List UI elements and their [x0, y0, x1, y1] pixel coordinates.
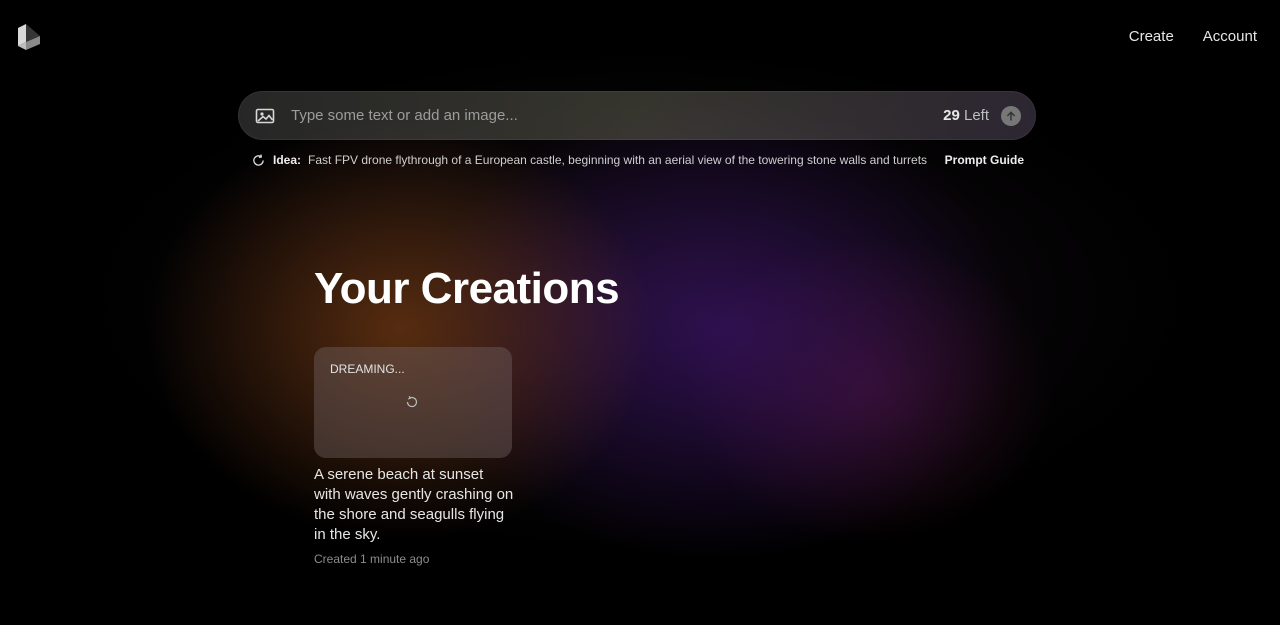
- idea-row: Idea: Fast FPV drone flythrough of a Eur…: [252, 152, 1024, 168]
- credits-count: 29: [943, 107, 960, 124]
- credits-suffix: Left: [959, 107, 989, 124]
- refresh-icon[interactable]: [252, 153, 265, 167]
- prompt-guide-link[interactable]: Prompt Guide: [945, 153, 1024, 167]
- status-text: DREAMING...: [330, 362, 405, 376]
- prompt-input[interactable]: [291, 107, 944, 124]
- creation-description: A serene beach at sunset with waves gent…: [314, 466, 514, 543]
- creation-timestamp: Created 1 minute ago: [314, 552, 430, 566]
- creation-card[interactable]: DREAMING...: [314, 347, 512, 458]
- idea-label: Idea:: [273, 153, 302, 167]
- cube-logo-icon[interactable]: [16, 24, 42, 50]
- idea-text[interactable]: Fast FPV drone flythrough of a European …: [308, 153, 939, 167]
- app-root: Create Account 29 Left Idea: Fast FPV dr…: [0, 0, 1280, 625]
- nav-create-link[interactable]: Create: [1129, 28, 1174, 45]
- loading-spinner-icon: [406, 395, 418, 408]
- page-title: Your Creations: [314, 264, 620, 313]
- nav-account-link[interactable]: Account: [1203, 28, 1257, 45]
- submit-button[interactable]: [1001, 105, 1021, 126]
- prompt-bar: 29 Left: [238, 91, 1036, 140]
- image-icon[interactable]: [255, 106, 275, 126]
- credits-remaining: 29 Left: [943, 107, 989, 124]
- top-nav: Create Account: [1129, 28, 1257, 45]
- arrow-up-icon: [1007, 110, 1015, 121]
